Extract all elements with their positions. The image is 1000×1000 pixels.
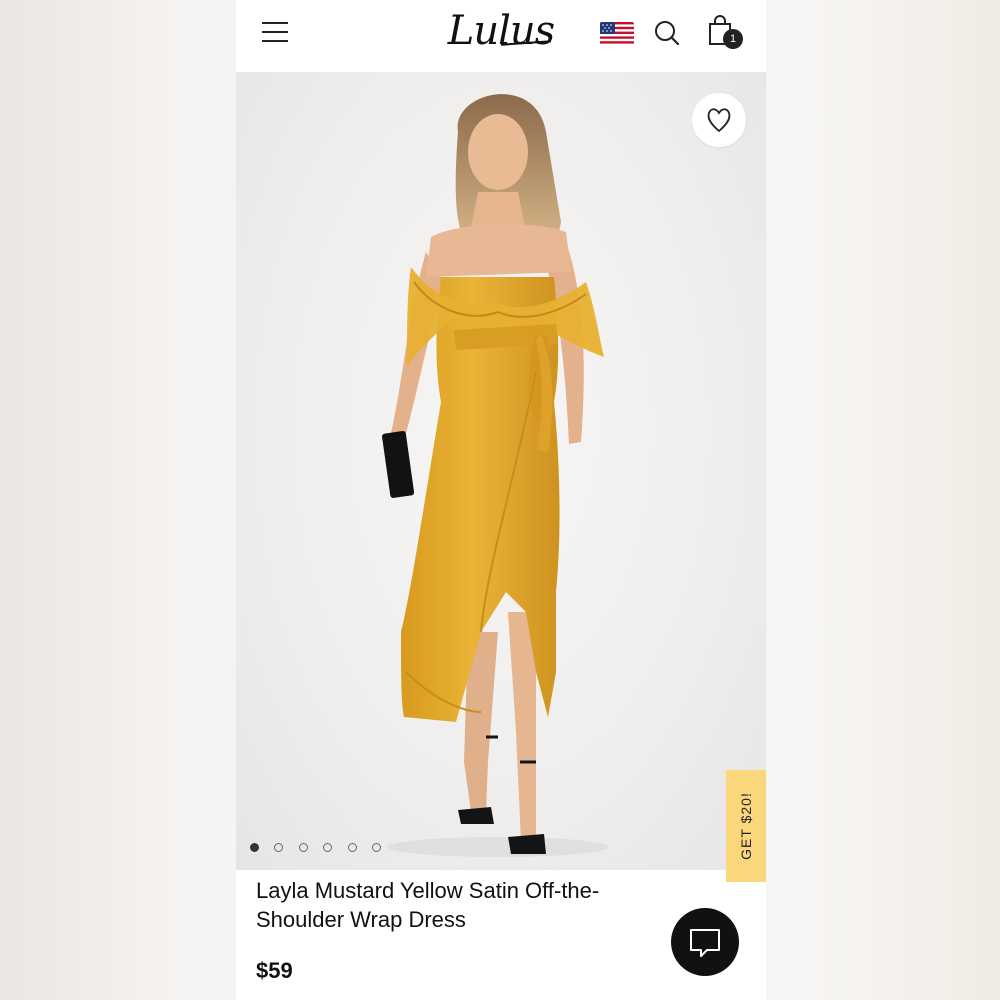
carousel-dot-3[interactable] <box>299 843 308 852</box>
get-20-promo-tab[interactable]: GET $20! <box>726 770 766 882</box>
carousel-dot-5[interactable] <box>348 843 357 852</box>
carousel-dot-2[interactable] <box>274 843 283 852</box>
shopping-bag-button[interactable]: 1 <box>706 14 746 54</box>
chat-bubble-icon <box>690 929 720 957</box>
product-title: Layla Mustard Yellow Satin Off-the-Shoul… <box>256 878 600 932</box>
cart-count-badge: 1 <box>723 29 743 49</box>
site-logo[interactable]: Lulus <box>446 4 556 58</box>
mobile-page: Lulus 1 GET $20! Layla Mustard Yellow Sa… <box>236 0 766 1000</box>
carousel-dot-4[interactable] <box>323 843 332 852</box>
promo-label: GET $20! <box>738 792 754 860</box>
favorite-button[interactable] <box>692 93 746 147</box>
chat-button[interactable] <box>671 908 739 976</box>
product-price: $59 <box>256 958 293 983</box>
site-header: Lulus 1 <box>236 0 766 72</box>
hamburger-menu-icon[interactable] <box>262 20 290 44</box>
carousel-dot-6[interactable] <box>372 843 381 852</box>
carousel-dot-1[interactable] <box>250 843 259 852</box>
heart-icon <box>707 108 731 133</box>
product-image-carousel[interactable] <box>236 72 766 870</box>
search-icon[interactable] <box>652 18 682 48</box>
us-flag-icon[interactable] <box>600 22 634 46</box>
product-photo <box>382 94 608 857</box>
